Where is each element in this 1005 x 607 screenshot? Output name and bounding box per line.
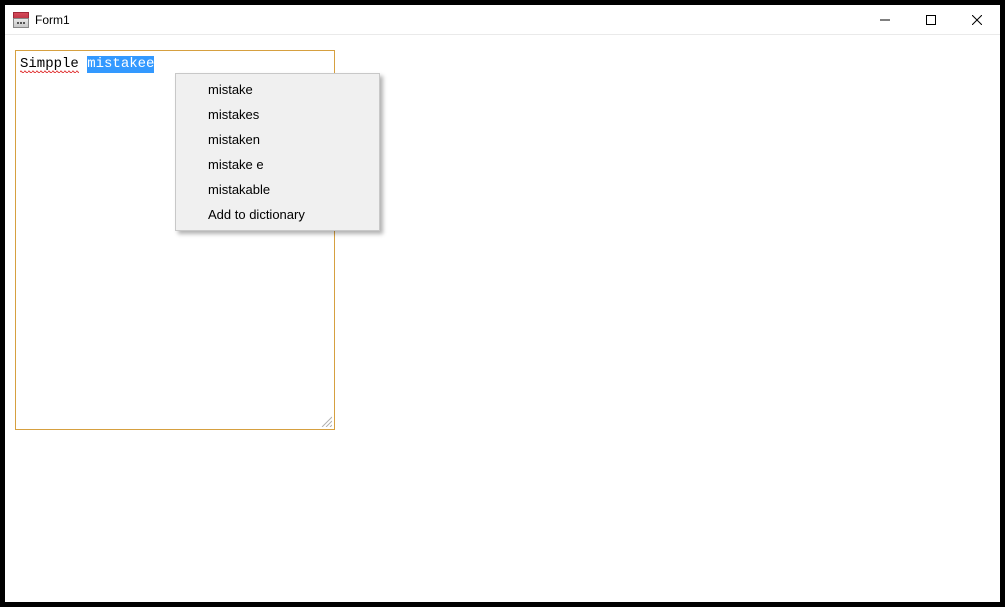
suggestion-item[interactable]: mistaken (178, 127, 377, 152)
window-title: Form1 (35, 13, 70, 27)
spellcheck-context-menu: mistake mistakes mistaken mistake e mist… (175, 73, 380, 231)
suggestion-item[interactable]: mistake e (178, 152, 377, 177)
minimize-button[interactable] (862, 5, 908, 34)
client-area: Simpple mistakee mistake mistakes mistak… (5, 35, 1000, 602)
add-to-dictionary-item[interactable]: Add to dictionary (178, 202, 377, 227)
misspelled-word[interactable]: Simpple (20, 56, 79, 73)
app-icon (13, 12, 29, 28)
close-button[interactable] (954, 5, 1000, 34)
suggestion-item[interactable]: mistakes (178, 102, 377, 127)
suggestion-item[interactable]: mistakable (178, 177, 377, 202)
suggestion-item[interactable]: mistake (178, 77, 377, 102)
window-controls (862, 5, 1000, 34)
maximize-button[interactable] (908, 5, 954, 34)
app-window: Form1 Simpple mistakee (5, 5, 1000, 602)
title-bar[interactable]: Form1 (5, 5, 1000, 35)
resize-grip-icon[interactable] (320, 415, 332, 427)
misspelled-word-selected[interactable]: mistakee (87, 56, 154, 73)
